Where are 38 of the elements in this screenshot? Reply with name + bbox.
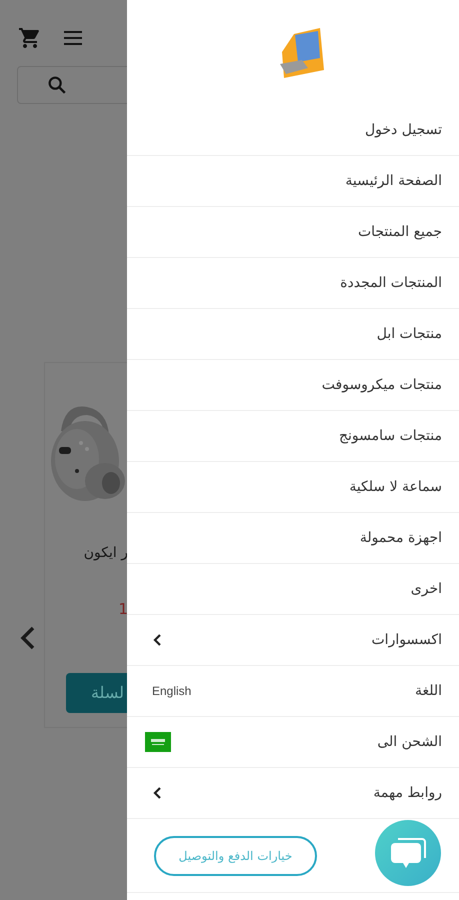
menu-item[interactable]: منتجات ابل	[127, 309, 459, 360]
menu-item[interactable]: تسجيل دخول	[127, 105, 459, 156]
menu-item-label: المنتجات المجددة	[340, 274, 442, 292]
language-value: English	[152, 683, 192, 700]
menu-item-label: اخرى	[410, 580, 442, 598]
menu-item[interactable]: منتجات سامسونج	[127, 411, 459, 462]
menu-item[interactable]: جميع المنتجات	[127, 207, 459, 258]
chat-bubble-icon	[390, 836, 426, 870]
cart-icon[interactable]	[18, 26, 42, 50]
product-title: ر ايكون	[84, 544, 128, 563]
search-icon	[46, 74, 68, 96]
menu-item[interactable]: اخرى	[127, 564, 459, 615]
flag-icon	[145, 732, 171, 752]
menu-icon[interactable]	[62, 30, 84, 46]
menu-item-label: منتجات سامسونج	[338, 426, 442, 446]
menu-item[interactable]: الشحن الى	[127, 717, 459, 768]
menu-item-label: اللغة	[414, 682, 442, 700]
menu-item-label: الصفحة الرئيسية	[345, 172, 442, 190]
menu-item-label: جميع المنتجات	[358, 222, 442, 242]
menu-item-label: منتجات ابل	[376, 324, 442, 344]
laptop-logo-icon	[278, 28, 324, 78]
menu-item[interactable]: المنتجات المجددة	[127, 258, 459, 309]
menu-item[interactable]: اكسسوارات	[127, 615, 459, 666]
menu-item-label: منتجات ميكروسوفت	[322, 376, 442, 394]
menu-item[interactable]: منتجات ميكروسوفت	[127, 360, 459, 411]
menu-item[interactable]: الصفحة الرئيسية	[127, 156, 459, 207]
add-to-cart-button[interactable]: لسلة	[66, 672, 128, 712]
menu-item[interactable]: روابط مهمة	[127, 768, 459, 819]
menu-item[interactable]: اجهزة محمولة	[127, 513, 459, 564]
menu-item-label: سماعة لا سلكية	[349, 478, 442, 496]
menu-item-label: اجهزة محمولة	[360, 528, 442, 548]
chevron-left-icon[interactable]	[18, 625, 36, 651]
menu-item-label: تسجيل دخول	[365, 120, 442, 140]
menu-item-label: روابط مهمة	[373, 784, 442, 802]
product-price: 1	[118, 599, 128, 620]
menu-item-label: اكسسوارات	[372, 630, 442, 650]
menu-item[interactable]: سماعة لا سلكية	[127, 462, 459, 513]
menu-item-label: الشحن الى	[377, 732, 442, 752]
